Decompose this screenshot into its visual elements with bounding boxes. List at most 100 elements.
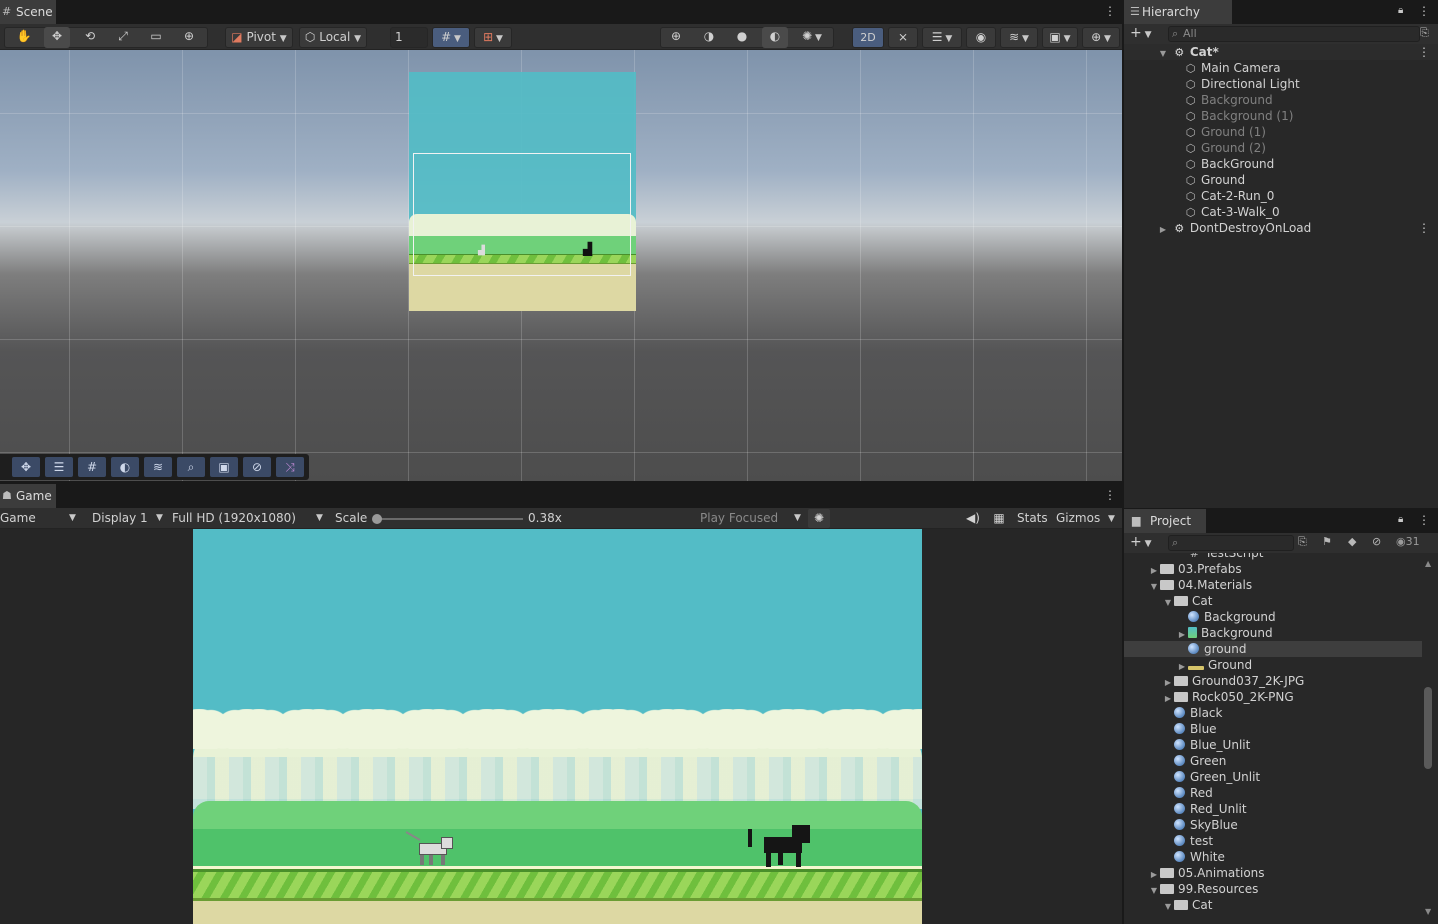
scrollbar-thumb[interactable]	[1424, 687, 1432, 769]
project-item[interactable]: ▼ Cat	[1124, 897, 1422, 913]
gizmos-toggle-icon[interactable]: ⊕ ▼	[1082, 27, 1120, 48]
game-menu-icon[interactable]: ⋮	[1104, 488, 1116, 502]
stats-button[interactable]: Stats	[1017, 510, 1048, 527]
shuffle-icon[interactable]: ⤨	[276, 457, 304, 477]
project-item[interactable]: ▶ 05.Animations	[1124, 865, 1422, 881]
grid-size-input[interactable]: 1	[390, 27, 428, 48]
project-item[interactable]: ▼ Cat	[1124, 593, 1422, 609]
hierarchy-item[interactable]: ⬡ Background (1)	[1124, 108, 1438, 124]
dont-destroy-row[interactable]: ▶ ⚙︎ DontDestroyOnLoad ⋮	[1124, 220, 1438, 236]
orientation-icon[interactable]: ◐	[111, 457, 139, 477]
project-item[interactable]: ▼ 99.Resources	[1124, 881, 1422, 897]
scene-root-row[interactable]: ▼ ⚙︎ Cat* ⋮	[1124, 44, 1438, 60]
scale-slider[interactable]	[377, 518, 523, 520]
project-item[interactable]: Blue_Unlit	[1124, 737, 1422, 753]
game-screen[interactable]	[193, 529, 922, 924]
pivot-dropdown[interactable]: ◪ Pivot ▼	[225, 27, 293, 48]
scene-cat-black[interactable]: ▟	[583, 242, 592, 256]
game-cat-white[interactable]	[405, 831, 453, 867]
hierarchy-menu-icon[interactable]: ⋮	[1418, 4, 1430, 18]
scroll-up-icon[interactable]: ▲	[1425, 559, 1431, 568]
layers-overlay-icon[interactable]: ≋	[144, 457, 172, 477]
project-item[interactable]: ▶ Ground	[1124, 657, 1422, 673]
scene-cat-white[interactable]: ▟	[478, 246, 485, 256]
grid-snap-button[interactable]: # ▼	[432, 27, 470, 48]
move-tool-icon[interactable]: ✥	[44, 27, 70, 48]
tab-game[interactable]: ☗ Game	[0, 484, 56, 508]
game-cat-black[interactable]	[748, 823, 814, 867]
scene-viewport[interactable]: ▟ ▟ ✥ ☰ # ◐ ≋ ⌕ ▣ ⊘ ⤨	[0, 50, 1122, 481]
tab-project[interactable]: ▆ Project	[1124, 509, 1206, 533]
hierarchy-search-input[interactable]: ⌕ All	[1168, 26, 1420, 42]
search-overlay-icon[interactable]: ⌕	[177, 457, 205, 477]
mute-audio-icon[interactable]: ◀)	[964, 510, 982, 527]
tool-settings-icon[interactable]: ☰	[45, 457, 73, 477]
project-item[interactable]: ▼ 04.Materials	[1124, 577, 1422, 593]
game-mode-dropdown[interactable]: Game ▼	[0, 510, 80, 527]
project-menu-icon[interactable]: ⋮	[1418, 513, 1430, 527]
scene-menu-icon[interactable]: ⋮	[1418, 44, 1430, 60]
add-icon[interactable]: + ▼	[1130, 534, 1152, 550]
tab-scene[interactable]: # Scene	[0, 0, 56, 24]
hierarchy-item[interactable]: ⬡ Ground	[1124, 172, 1438, 188]
chevron-down-icon[interactable]: ▼	[1108, 514, 1115, 524]
shaded-wireframe-icon[interactable]: ◑	[697, 27, 721, 48]
project-item[interactable]: SkyBlue	[1124, 817, 1422, 833]
dont-destroy-menu-icon[interactable]: ⋮	[1418, 220, 1430, 236]
rotate-tool-icon[interactable]: ⟲	[78, 27, 102, 48]
hierarchy-item[interactable]: ⬡ Main Camera	[1124, 60, 1438, 76]
project-item[interactable]: Black	[1124, 705, 1422, 721]
expand-arrow-icon[interactable]: ▶	[1157, 222, 1169, 238]
shaded-icon[interactable]: ●	[730, 27, 754, 48]
play-mode-dropdown[interactable]: Play Focused ▼	[700, 510, 802, 527]
mode-2d-button[interactable]: 2D	[852, 27, 884, 48]
search-by-type-icon[interactable]: ⎘	[1420, 26, 1429, 40]
project-scrollbar[interactable]: ▲ ▼	[1422, 559, 1436, 923]
project-item[interactable]: Green_Unlit	[1124, 769, 1422, 785]
project-item[interactable]: ▶ Background	[1124, 625, 1422, 641]
hierarchy-item[interactable]: ⬡ Cat-2-Run_0	[1124, 188, 1438, 204]
debug-mode-icon[interactable]: ✺ ▼	[794, 27, 830, 48]
hierarchy-item[interactable]: ⬡ Directional Light	[1124, 76, 1438, 92]
view-options-icon[interactable]: ▣	[210, 457, 238, 477]
visibility-icon[interactable]: ◉	[966, 27, 996, 48]
hierarchy-item[interactable]: ⬡ Ground (1)	[1124, 124, 1438, 140]
project-item[interactable]: ▶ Rock050_2K-PNG	[1124, 689, 1422, 705]
label-icon[interactable]: ◆	[1348, 535, 1356, 548]
display-dropdown[interactable]: Display 1 ▼	[92, 510, 166, 527]
project-item[interactable]: ground	[1124, 641, 1422, 657]
local-dropdown[interactable]: ⬡ Local ▼	[299, 27, 367, 48]
tab-hierarchy[interactable]: ☰ Hierarchy	[1124, 0, 1232, 24]
lighting-icon[interactable]: ◐	[762, 27, 788, 48]
transform-tool-icon[interactable]: ⊕	[177, 27, 201, 48]
bug-icon[interactable]: ✺	[808, 509, 830, 528]
aspect-icon[interactable]: ▦	[990, 510, 1008, 527]
scene-menu-icon[interactable]: ⋮	[1104, 4, 1116, 18]
project-item[interactable]: White	[1124, 849, 1422, 865]
hierarchy-item[interactable]: ⬡ Background	[1124, 92, 1438, 108]
filter-type-icon[interactable]: ⚑	[1322, 535, 1332, 548]
project-item[interactable]: Green	[1124, 753, 1422, 769]
project-item[interactable]: Blue	[1124, 721, 1422, 737]
increment-snap-button[interactable]: ⊞ ▼	[474, 27, 512, 48]
wireframe-icon[interactable]: ⊕	[664, 27, 688, 48]
scale-tool-icon[interactable]: ⤢	[111, 27, 135, 48]
navigation-icon[interactable]: ⊘	[243, 457, 271, 477]
camera-icon[interactable]: ▣ ▼	[1042, 27, 1078, 48]
project-item[interactable]: # TestScript	[1124, 553, 1422, 561]
hierarchy-item[interactable]: ⬡ Cat-3-Walk_0	[1124, 204, 1438, 220]
project-item[interactable]: ▶ 03.Prefabs	[1124, 561, 1422, 577]
project-item[interactable]: Red_Unlit	[1124, 801, 1422, 817]
rect-tool-icon[interactable]: ▭	[144, 27, 168, 48]
audio-toggle-icon[interactable]: ⨯	[888, 27, 918, 48]
project-item[interactable]: test	[1124, 833, 1422, 849]
warning-icon[interactable]: ⊘	[1372, 535, 1381, 548]
expand-arrow-icon[interactable]: ▼	[1162, 899, 1174, 915]
scroll-down-icon[interactable]: ▼	[1425, 907, 1431, 916]
effects-icon[interactable]: ☰ ▼	[922, 27, 962, 48]
gizmos-button[interactable]: Gizmos	[1056, 510, 1100, 527]
hand-tool-icon[interactable]: ✋	[12, 27, 36, 48]
add-icon[interactable]: + ▼	[1130, 25, 1152, 41]
project-item[interactable]: Background	[1124, 609, 1422, 625]
lock-icon[interactable]: 🔒︎	[1398, 4, 1403, 18]
